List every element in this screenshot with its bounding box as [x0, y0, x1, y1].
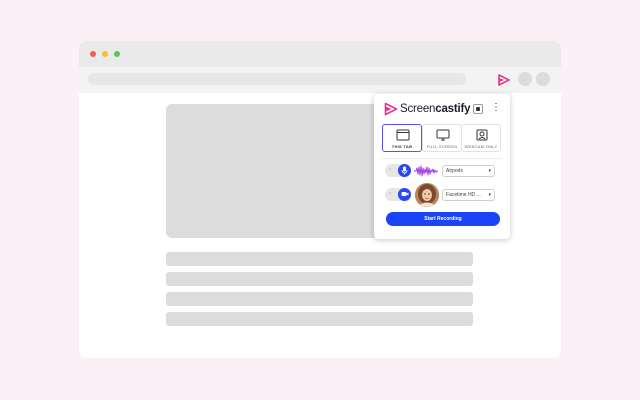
- chevron-down-icon: ▾: [488, 168, 491, 174]
- chevron-down-icon: ▾: [488, 192, 491, 198]
- section-divider: [382, 158, 502, 159]
- webcam-device-value: Facetime HD ...: [446, 192, 481, 198]
- mode-full-screen[interactable]: FULL SCREEN: [422, 124, 462, 152]
- toolbar-pin-icon[interactable]: [473, 104, 483, 114]
- close-window-dot[interactable]: [90, 51, 96, 57]
- browser-extension-button[interactable]: [518, 72, 532, 86]
- profile-avatar-button[interactable]: [536, 72, 550, 86]
- page-placeholder-line: [166, 272, 473, 286]
- kebab-menu-icon[interactable]: ⋮: [491, 101, 501, 115]
- brand-wordmark: Screencastify: [400, 102, 470, 116]
- microphone-toggle[interactable]: ‹: [385, 164, 411, 177]
- toggle-off-indicator: ‹: [389, 191, 391, 197]
- start-recording-button[interactable]: Start Recording: [386, 212, 500, 226]
- mode-this-tab[interactable]: THIS TAB: [382, 124, 422, 152]
- address-bar[interactable]: [88, 73, 466, 85]
- page-placeholder-line: [166, 292, 473, 306]
- minimize-window-dot[interactable]: [102, 51, 108, 57]
- camera-icon: [401, 192, 409, 196]
- microphone-icon: [401, 166, 408, 175]
- browser-titlebar: [79, 41, 561, 67]
- maximize-window-dot[interactable]: [114, 51, 120, 57]
- screencastify-popup: Screencastify ⋮ THIS TAB FULL SCREEN WEB…: [374, 94, 510, 239]
- page-placeholder-line: [166, 312, 473, 326]
- toggle-knob: [398, 164, 411, 177]
- mode-label: WEBCAM ONLY: [464, 144, 498, 149]
- mode-webcam-only[interactable]: WEBCAM ONLY: [461, 124, 501, 152]
- screencastify-extension-icon[interactable]: [497, 73, 511, 87]
- screencastify-logo-icon: [384, 102, 398, 116]
- webcam-select[interactable]: Facetime HD ... ▾: [442, 189, 495, 201]
- browser-tab-icon: [396, 129, 410, 141]
- audio-level-wave-icon: [414, 165, 438, 177]
- page-placeholder-line: [166, 252, 473, 266]
- microphone-select[interactable]: Airpods ▾: [442, 165, 495, 177]
- toggle-off-indicator: ‹: [389, 167, 391, 173]
- webcam-icon: [476, 129, 488, 141]
- brand-regular: Screen: [400, 103, 436, 115]
- mode-label: THIS TAB: [391, 144, 413, 149]
- toggle-knob: [398, 188, 411, 201]
- microphone-device-value: Airpods: [446, 168, 463, 174]
- mode-label: FULL SCREEN: [426, 144, 458, 149]
- webcam-preview-avatar: [415, 183, 439, 207]
- monitor-icon: [436, 129, 450, 141]
- webcam-toggle[interactable]: ‹: [385, 188, 411, 201]
- brand-bold: castify: [435, 103, 471, 115]
